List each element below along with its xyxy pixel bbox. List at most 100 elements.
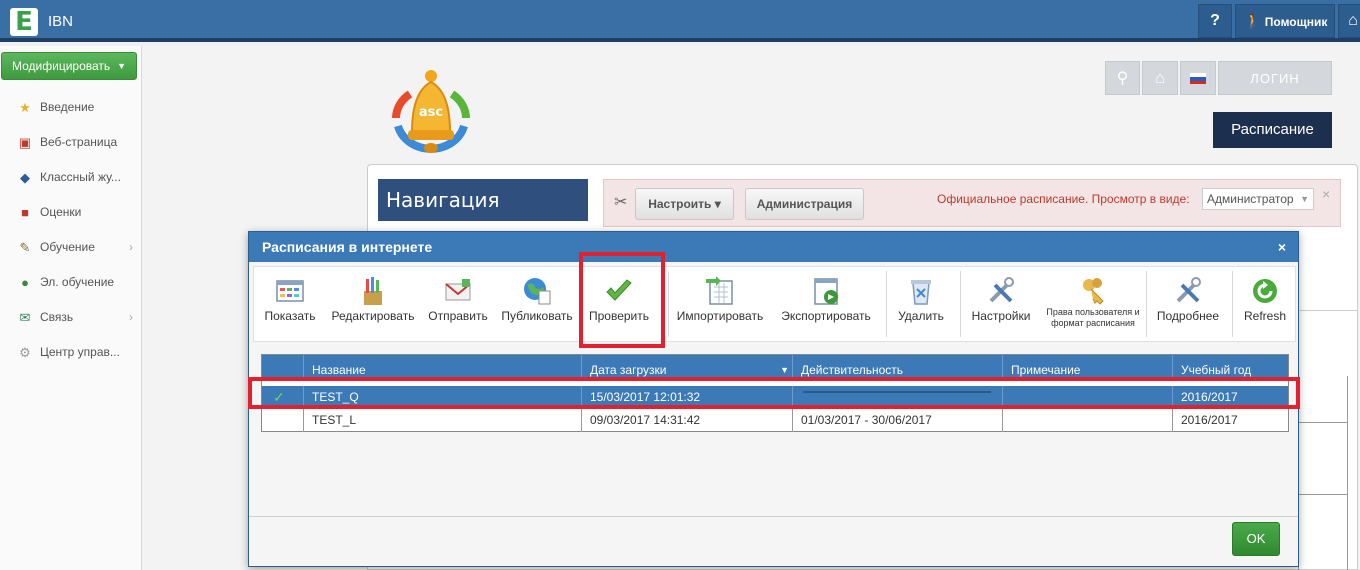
column-header-label: Дата загрузки [590, 363, 667, 377]
toolbar-label: Редактировать [331, 309, 415, 323]
sidebar-item-label: Центр управ... [40, 345, 120, 359]
sidebar-item-communication[interactable]: ✉ Связь › [0, 300, 141, 335]
sidebar-item-elearning[interactable]: ● Эл. обучение [0, 265, 141, 300]
alert-message: Официальное расписание. Просмотр в виде: [937, 192, 1190, 206]
assistant-button[interactable]: 🚶 Помощник [1235, 4, 1335, 38]
sidebar-item-education[interactable]: ✎ Обучение › [0, 230, 141, 265]
alert-close-icon[interactable]: × [1322, 186, 1330, 202]
user-rights-button[interactable]: Права пользователя и формат расписания [1044, 267, 1142, 341]
divider [1298, 494, 1348, 495]
export-button[interactable]: Экспортировать [774, 267, 878, 341]
sidebar: Модифицировать ▼ ★ Введение ▣ Веб-страни… [0, 46, 142, 570]
login-button[interactable]: ЛОГИН [1218, 61, 1332, 95]
dialog-footer-divider [249, 516, 1298, 517]
delete-button[interactable]: Удалить [890, 267, 952, 341]
show-button[interactable]: Показать [256, 267, 324, 341]
row-year: 2016/2017 [1181, 413, 1238, 427]
toolbar-label: Публиковать [501, 309, 573, 323]
sidebar-item-label: Обучение [40, 240, 95, 254]
sidebar-item-control-center[interactable]: ⚙ Центр управ... [0, 335, 141, 370]
refresh-icon [1253, 279, 1277, 303]
modify-button[interactable]: Модифицировать ▼ [1, 52, 137, 80]
official-schedule-alert: ✂ Настроить ▾ Администрация Официальное … [603, 179, 1341, 227]
ok-button[interactable]: OK [1232, 522, 1280, 556]
help-button[interactable]: ? [1198, 4, 1232, 38]
toolbar-label: Удалить [898, 309, 944, 323]
star-icon: ★ [19, 100, 31, 115]
bell-logo-text: asc [419, 105, 443, 120]
column-header-name[interactable]: Название [304, 355, 582, 379]
column-header-validity[interactable]: Действительность [793, 355, 1003, 379]
sidebar-item-intro[interactable]: ★ Введение [0, 90, 141, 125]
highlight-selected-row [248, 377, 1300, 409]
details-button[interactable]: Подробнее [1150, 267, 1226, 341]
toolbar-label: Подробнее [1156, 309, 1220, 323]
toolbar-separator [1146, 271, 1147, 337]
sidebar-item-label: Веб-страница [40, 135, 118, 149]
publish-icon [524, 278, 551, 305]
toolbar-label: Отправить [428, 309, 488, 323]
dialog-toolbar: Показать Редактировать Отправить Публико… [253, 266, 1296, 342]
edit-icon [364, 277, 382, 305]
toolbar-label: Импортировать [676, 309, 764, 323]
edit-button[interactable]: Редактировать [326, 267, 420, 341]
app-logo-icon[interactable]: E [10, 8, 38, 36]
column-header-upload-date[interactable]: Дата загрузки ▼ [582, 355, 793, 379]
delete-icon [911, 280, 931, 305]
column-header-check[interactable] [262, 355, 304, 379]
walking-person-icon: 🚶 [1244, 13, 1262, 29]
send-icon [445, 279, 471, 301]
send-button[interactable]: Отправить [422, 267, 494, 341]
toolbar-separator [960, 271, 961, 337]
row-upload-date: 09/03/2017 14:31:42 [582, 409, 793, 432]
row-name: TEST_L [304, 409, 582, 432]
caret-down-icon: ▼ [1300, 194, 1309, 204]
toolbar-separator [668, 271, 669, 337]
web-page-icon: ▣ [18, 135, 32, 150]
refresh-button[interactable]: Refresh [1236, 267, 1294, 341]
sidebar-item-label: Классный жу... [40, 170, 121, 184]
close-icon[interactable]: × [1278, 232, 1286, 262]
column-header-year[interactable]: Учебный год [1173, 355, 1288, 379]
view-as-select[interactable]: Администратор ▼ [1202, 188, 1314, 210]
communication-icon: ✉ [19, 310, 31, 325]
app-title: IBN [48, 13, 74, 30]
sidebar-item-journal[interactable]: ◆ Классный жу... [0, 160, 141, 195]
home-icon[interactable]: ⌂ [1142, 61, 1178, 95]
settings-button[interactable]: Настройки [964, 267, 1038, 341]
table-row[interactable]: TEST_L 09/03/2017 14:31:42 01/03/2017 - … [262, 409, 1288, 432]
search-icon[interactable]: ⚲ [1105, 61, 1140, 95]
schedule-button[interactable]: Расписание [1213, 112, 1332, 148]
grades-icon: ■ [21, 205, 29, 220]
sidebar-item-grades[interactable]: ■ Оценки [0, 195, 141, 230]
caret-down-icon: ▼ [117, 61, 126, 71]
elearning-icon: ● [21, 275, 29, 290]
sidebar-item-label: Оценки [40, 205, 82, 219]
top-bar: E IBN ? 🚶 Помощник ⌂ [0, 0, 1360, 42]
language-flag-icon[interactable] [1180, 61, 1216, 95]
home-icon[interactable]: ⌂ [1338, 4, 1360, 38]
row-note [1003, 409, 1173, 432]
administration-button[interactable]: Администрация [745, 188, 864, 220]
russian-flag-icon [1190, 73, 1206, 84]
configure-button[interactable]: Настроить ▾ [635, 188, 734, 220]
navigation-title: Навигация [378, 179, 588, 221]
publish-button[interactable]: Публиковать [496, 267, 578, 341]
rights-icon [1083, 278, 1104, 305]
dialog-header: Расписания в интернете × [249, 232, 1298, 262]
control-center-icon: ⚙ [19, 345, 31, 360]
details-icon [1176, 277, 1201, 303]
import-button[interactable]: Импортировать [672, 267, 768, 341]
chevron-right-icon: › [129, 310, 133, 324]
journal-icon: ◆ [20, 170, 30, 185]
sidebar-item-web-page[interactable]: ▣ Веб-страница [0, 125, 141, 160]
toolbar-label: Экспортировать [781, 309, 871, 323]
divider [1298, 422, 1348, 423]
column-header-note[interactable]: Примечание [1003, 355, 1173, 379]
row-validity: 01/03/2017 - 30/06/2017 [793, 409, 1003, 432]
divider [1300, 310, 1358, 311]
table-header: Название Дата загрузки ▼ Действительност… [262, 355, 1288, 379]
show-icon [276, 280, 304, 302]
view-as-value: Администратор [1207, 192, 1294, 206]
sidebar-item-label: Введение [40, 100, 95, 114]
